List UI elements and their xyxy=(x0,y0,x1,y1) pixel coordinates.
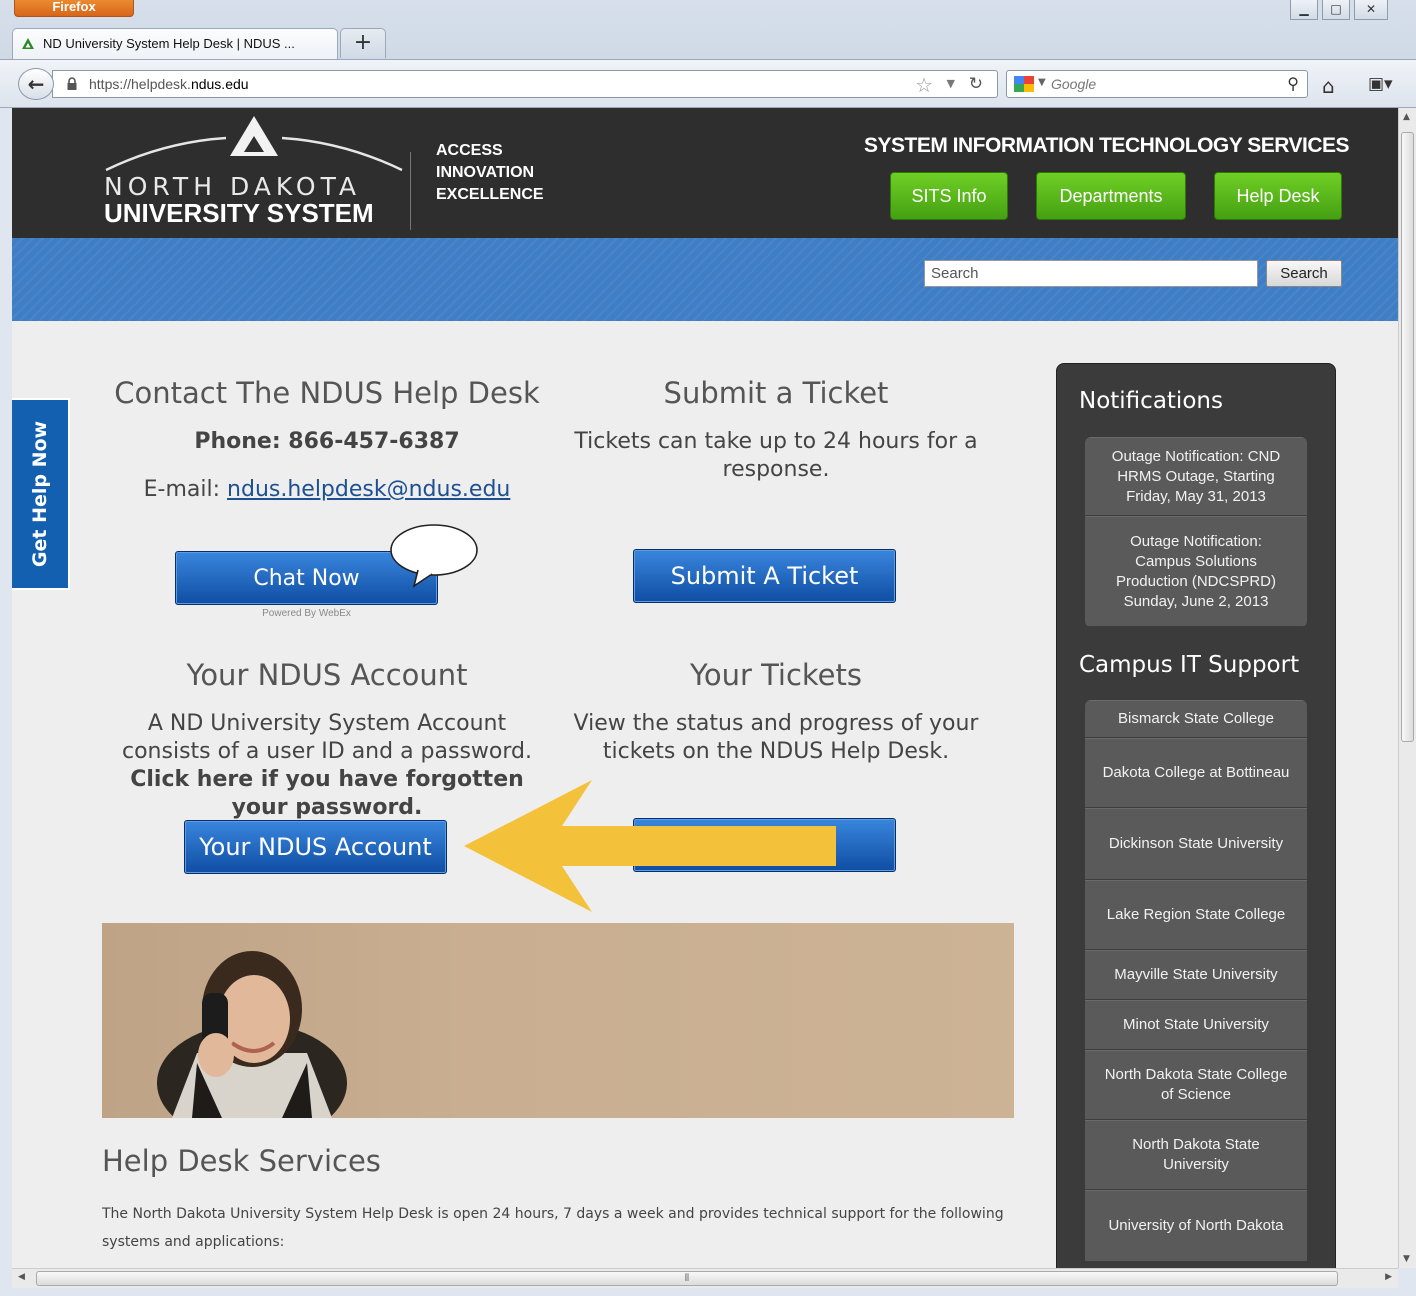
home-icon[interactable]: ⌂ xyxy=(1322,74,1335,98)
bookmark-star-icon[interactable]: ☆ xyxy=(915,73,933,97)
horizontal-scroll-thumb[interactable]: ⦀ xyxy=(36,1271,1338,1286)
engine-dropdown-icon[interactable]: ▼ xyxy=(1038,77,1046,88)
contact-title: Contact The NDUS Help Desk xyxy=(114,376,540,410)
nav-sits-info[interactable]: SITS Info xyxy=(890,172,1008,220)
campus-item[interactable]: North Dakota State University xyxy=(1085,1120,1307,1190)
nav-help-desk[interactable]: Help Desk xyxy=(1214,172,1342,220)
scroll-up-icon[interactable]: ▲ xyxy=(1403,112,1410,122)
campus-item[interactable]: Dakota College at Bottineau xyxy=(1085,738,1307,808)
notifications-list: Outage Notification: CND HRMS Outage, St… xyxy=(1085,437,1307,627)
sidebar: Notifications Outage Notification: CND H… xyxy=(1056,363,1336,1268)
get-help-now-tab[interactable]: Get Help Now xyxy=(12,398,70,590)
services-title: Help Desk Services xyxy=(102,1144,381,1178)
ndus-favicon-icon xyxy=(22,38,34,49)
your-tickets-text: View the status and progress of your tic… xyxy=(573,711,979,764)
minimize-icon[interactable]: ▁ xyxy=(1290,0,1318,20)
campus-item[interactable]: North Dakota State College of Science xyxy=(1085,1050,1307,1120)
vertical-scrollbar[interactable]: ▲ ▼ xyxy=(1398,108,1416,1268)
ticket-title: Submit a Ticket xyxy=(663,376,889,410)
url-bar[interactable]: https://helpdesk.ndus.edu ☆ ▼ ↻ xyxy=(52,70,998,98)
campus-it-title: Campus IT Support xyxy=(1079,652,1300,678)
campus-item[interactable]: Mayville State University xyxy=(1085,950,1307,1000)
campus-item[interactable]: Bismarck State College xyxy=(1085,700,1307,738)
email-link[interactable]: ndus.helpdesk@ndus.edu xyxy=(227,477,510,502)
tab-title: ND University System Help Desk | NDUS ..… xyxy=(43,36,295,51)
woman-on-phone-image xyxy=(157,951,347,1118)
help-desk-photo xyxy=(102,923,1014,1118)
campus-item[interactable]: University of North Dakota xyxy=(1085,1190,1307,1262)
tagline-innovation: INNOVATION xyxy=(436,164,535,181)
scroll-left-icon[interactable]: ◀ xyxy=(18,1272,25,1282)
sits-title: SYSTEM INFORMATION TECHNOLOGY SERVICES xyxy=(864,134,1350,157)
services-text: The North Dakota University System Help … xyxy=(102,1206,1004,1250)
page-viewport: NORTH DAKOTA UNIVERSITY SYSTEM ACCESS IN… xyxy=(12,108,1398,1268)
browser-chrome: Firefox ▁ □ ✕ ND University System Help … xyxy=(0,0,1416,108)
url-text: https://helpdesk.ndus.edu xyxy=(89,76,249,92)
search-icon[interactable]: ⚲ xyxy=(1287,74,1299,93)
scroll-right-icon[interactable]: ▶ xyxy=(1385,1272,1392,1282)
history-dropdown-icon[interactable]: ▼ xyxy=(947,77,955,90)
new-tab-button[interactable]: + xyxy=(340,28,386,58)
email-label: E-mail: xyxy=(143,477,228,502)
site-search-button[interactable]: Search xyxy=(1266,260,1342,287)
contact-email-line: E-mail: ndus.helpdesk@ndus.edu xyxy=(102,476,552,504)
your-tickets-title: Your Tickets xyxy=(689,658,863,692)
account-title: Your NDUS Account xyxy=(186,658,468,692)
browser-tab[interactable]: ND University System Help Desk | NDUS ..… xyxy=(12,28,338,60)
bookmarks-menu-icon[interactable]: ▣▾ xyxy=(1368,74,1393,94)
campus-item[interactable]: Dickinson State University xyxy=(1085,808,1307,880)
logo-divider xyxy=(410,152,411,230)
close-window-icon[interactable]: ✕ xyxy=(1354,0,1388,20)
search-band: Search Search xyxy=(12,238,1398,321)
logo-line2: UNIVERSITY SYSTEM xyxy=(104,198,374,228)
nav-departments[interactable]: Departments xyxy=(1036,172,1186,220)
account-text-plain: A ND University System Account consists … xyxy=(122,711,532,764)
campus-item[interactable]: Minot State University xyxy=(1085,1000,1307,1050)
back-button[interactable]: ← xyxy=(18,68,54,100)
ticket-text: Tickets can take up to 24 hours for a re… xyxy=(574,429,978,482)
reload-icon[interactable]: ↻ xyxy=(969,74,983,94)
search-engine-label: Google xyxy=(1051,76,1097,92)
firefox-menu-button[interactable]: Firefox xyxy=(14,0,134,17)
get-help-now-label: Get Help Now xyxy=(29,420,51,568)
vertical-scroll-thumb[interactable] xyxy=(1401,132,1414,742)
contact-phone: Phone: 866-457-6387 xyxy=(194,429,460,454)
your-ndus-account-button[interactable]: Your NDUS Account xyxy=(184,820,447,874)
site-header: NORTH DAKOTA UNIVERSITY SYSTEM ACCESS IN… xyxy=(12,108,1398,238)
tagline-excellence: EXCELLENCE xyxy=(436,186,544,203)
submit-ticket-button[interactable]: Submit A Ticket xyxy=(633,549,896,603)
speech-bubble-icon xyxy=(390,524,478,588)
google-icon xyxy=(1014,76,1034,92)
lock-icon xyxy=(67,77,77,90)
horizontal-scrollbar[interactable]: ◀ ⦀ ▶ xyxy=(12,1268,1398,1288)
maximize-icon[interactable]: □ xyxy=(1322,0,1350,20)
navigation-toolbar: https://helpdesk.ndus.edu ☆ ▼ ↻ ← ▼ Goog… xyxy=(0,59,1416,108)
browser-search-bar[interactable]: ▼ Google ⚲ xyxy=(1006,70,1308,98)
notification-item[interactable]: Outage Notification: CND HRMS Outage, St… xyxy=(1085,437,1307,516)
yellow-arrow-icon xyxy=(464,780,836,912)
tagline-access: ACCESS xyxy=(436,142,503,159)
notifications-title: Notifications xyxy=(1079,388,1223,414)
site-search-input[interactable]: Search xyxy=(924,260,1258,287)
powered-by-webex: Powered By WebEx xyxy=(262,608,351,619)
logo-line1: NORTH DAKOTA xyxy=(104,172,361,201)
campus-item[interactable]: Lake Region State College xyxy=(1085,880,1307,950)
scroll-down-icon[interactable]: ▼ xyxy=(1403,1254,1410,1264)
notification-item[interactable]: Outage Notification: Campus Solutions Pr… xyxy=(1085,516,1307,627)
campus-list: Bismarck State College Dakota College at… xyxy=(1085,700,1307,1262)
